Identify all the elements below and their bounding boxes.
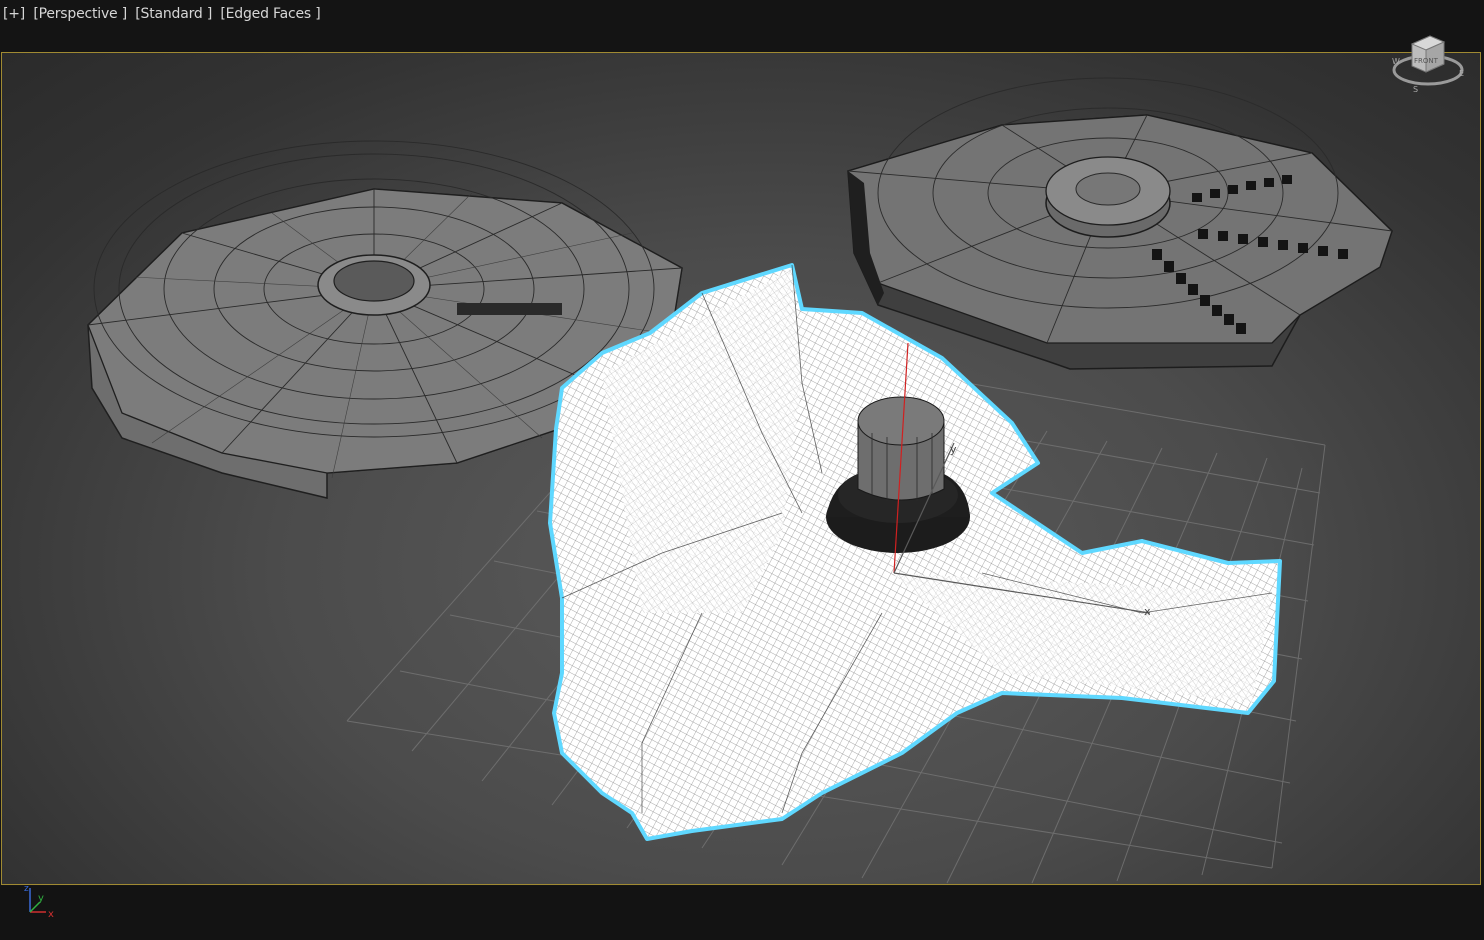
viewcube-compass-e: E [1459,69,1464,78]
viewcube-front-label[interactable]: FRONT [1414,57,1439,65]
viewport-general-menu[interactable]: [+] [3,6,25,22]
viewcube[interactable]: FRONT S E W [1390,30,1470,102]
axis-tripod-icon: x y z [18,880,68,930]
tripod-x-label: x [48,909,54,920]
turbine-mesh-right[interactable] [847,77,1393,370]
viewport-footer [0,886,1484,940]
viewport-shading-menu[interactable]: [Standard ] [135,6,212,22]
viewcube-compass-s: S [1413,85,1418,94]
tripod-z-label: z [24,884,29,894]
viewport-label-menu: [+] [Perspective ] [Standard ] [Edged Fa… [3,6,325,22]
viewport-header: [+] [Perspective ] [Standard ] [Edged Fa… [0,0,1484,52]
gizmo-x-label: x [1144,605,1151,618]
tripod-y-label: y [38,893,44,904]
viewport-edged-faces-menu[interactable]: [Edged Faces ] [220,6,320,22]
perspective-viewport[interactable]: x y [1,52,1481,885]
viewport-view-menu[interactable]: [Perspective ] [33,6,127,22]
viewcube-compass-w: W [1392,57,1400,66]
gizmo-y-label: y [950,443,957,456]
